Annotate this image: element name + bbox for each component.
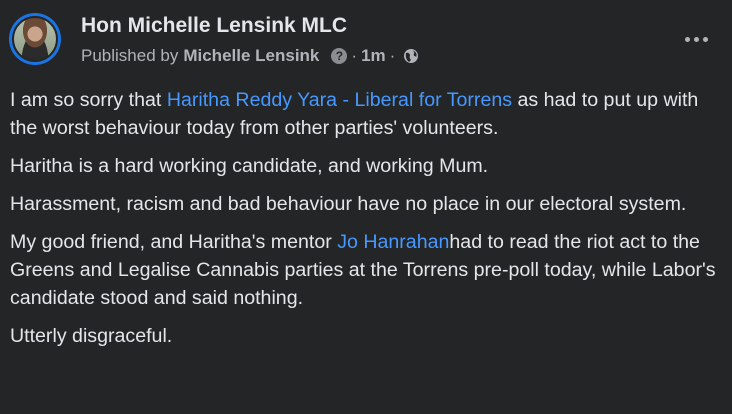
- post-paragraph: Haritha is a hard working candidate, and…: [10, 155, 489, 177]
- post-timestamp[interactable]: 1m: [361, 46, 386, 66]
- post-paragraph: My good friend, and Haritha's mentor Jo …: [10, 228, 722, 312]
- author-name[interactable]: Hon Michelle Lensink MLC: [81, 14, 347, 38]
- publisher-name[interactable]: Michelle Lensink: [183, 46, 319, 66]
- post-paragraph: I am so sorry that Haritha Reddy Yara - …: [10, 86, 722, 142]
- more-options-icon: [702, 36, 708, 42]
- post-paragraph: Harassment, racism and bad behaviour hav…: [10, 193, 687, 215]
- tagged-person-link[interactable]: Jo Hanrahan: [337, 231, 449, 253]
- separator: ·: [351, 46, 358, 65]
- help-icon[interactable]: ?: [331, 48, 348, 64]
- more-options-icon: [684, 36, 690, 42]
- post-paragraph: Utterly disgraceful.: [10, 325, 173, 347]
- tagged-page-link[interactable]: Haritha Reddy Yara - Liberal for Torrens: [167, 89, 512, 111]
- facebook-post: Hon Michelle Lensink MLC Published by Mi…: [0, 0, 732, 414]
- more-options-button[interactable]: [676, 22, 716, 56]
- post-body: I am so sorry that Haritha Reddy Yara - …: [10, 86, 722, 360]
- globe-icon[interactable]: [403, 48, 419, 64]
- more-options-icon: [693, 36, 699, 42]
- profile-photo: [12, 16, 58, 62]
- avatar[interactable]: [9, 13, 61, 65]
- post-meta: Published by Michelle Lensink ? · 1m ·: [81, 46, 419, 66]
- separator: ·: [389, 46, 396, 65]
- paragraph-text: My good friend, and Haritha's mentor: [10, 231, 338, 253]
- published-by-label: Published by: [81, 46, 179, 65]
- paragraph-text: I am so sorry that: [10, 89, 167, 111]
